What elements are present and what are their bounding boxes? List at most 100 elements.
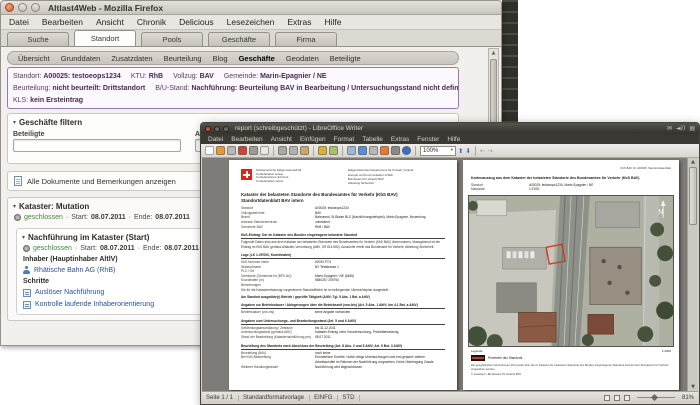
subnav-item-beurteilung[interactable]: Beurteilung xyxy=(164,54,202,63)
zoom-slider[interactable] xyxy=(636,393,675,401)
selection-mode[interactable]: STD xyxy=(342,394,361,401)
subnav-item-uebersicht[interactable]: Übersicht xyxy=(18,54,50,63)
print-icon[interactable] xyxy=(249,146,258,155)
writer-scrollbar[interactable]: ▲ ▼ xyxy=(687,158,698,391)
menu-item[interactable]: Datei xyxy=(208,136,223,143)
window-minimize-button[interactable] xyxy=(214,125,220,132)
multi-page-view-icon[interactable] xyxy=(613,394,620,401)
section-title: Angaben zur Betriebsdauer / Ablagerungen… xyxy=(241,303,445,310)
firefox-menubar: Datei Bearbeiten Ansicht Chronik Delicious Le… xyxy=(1,15,501,30)
gear-icon xyxy=(14,214,21,221)
previous-page-icon[interactable]: ⬆ xyxy=(458,147,463,155)
menu-item[interactable]: Ansicht xyxy=(271,136,292,143)
zoom-level[interactable]: 81% xyxy=(682,395,694,401)
tab-firma[interactable]: Firma xyxy=(275,32,337,46)
betrieb-rows: Betriebsdauer (von-bis) keine Angabe vorh… xyxy=(229,310,457,315)
redo-icon[interactable] xyxy=(329,146,338,155)
subnav-item-geodaten[interactable]: Geodaten xyxy=(286,54,319,63)
department-block: Eidgenössisches Departement für Umwelt, … xyxy=(348,168,415,185)
menu-item[interactable]: Chronik xyxy=(137,17,166,27)
page-preview-icon[interactable] xyxy=(260,146,269,155)
document-page-2: KbS BAV Nr. A00025, Standortdatenblatt K… xyxy=(463,160,679,390)
find-icon[interactable] xyxy=(391,146,400,155)
hyperlink-icon[interactable] xyxy=(358,146,367,155)
menu-item[interactable]: Hilfe xyxy=(447,136,460,143)
scroll-up-icon[interactable]: ▲ xyxy=(688,158,698,166)
svg-text:N: N xyxy=(658,208,663,216)
legend-item-label: Perimeter des Standorts xyxy=(488,356,523,361)
menu-item[interactable]: Bearbeiten xyxy=(231,136,262,143)
subnav-item-geschaefte[interactable]: Geschäfte xyxy=(239,54,275,63)
zoom-slider-thumb[interactable] xyxy=(650,393,659,401)
paste-icon[interactable] xyxy=(300,146,309,155)
step-link-kontrolle[interactable]: Kontrolle laufende Inhaberorientierung xyxy=(35,301,154,308)
inhaber-link[interactable]: Rhätische Bahn AG (RhB) xyxy=(34,267,115,274)
book-view-icon[interactable] xyxy=(623,394,630,401)
open-icon[interactable] xyxy=(216,146,225,155)
window-minimize-button[interactable] xyxy=(18,3,27,12)
cut-icon[interactable] xyxy=(278,146,287,155)
map-title: Kartenauszug aus dem Kataster der belast… xyxy=(471,176,640,181)
subnav-item-blog[interactable]: Blog xyxy=(213,54,228,63)
gallery-icon[interactable] xyxy=(380,146,389,155)
copy-icon[interactable] xyxy=(289,146,298,155)
menu-item[interactable]: Format xyxy=(334,136,355,143)
tab-standort[interactable]: Standort xyxy=(74,30,136,46)
scroll-down-icon[interactable]: ▼ xyxy=(688,383,698,391)
window-close-button[interactable] xyxy=(5,3,14,12)
page-style[interactable]: Standardformatvorlage xyxy=(243,394,311,401)
tab-pools[interactable]: Pools xyxy=(141,32,203,46)
form-row: Stand der Bearbeitung (Katasternachführu… xyxy=(241,335,331,340)
tab-geschaefte[interactable]: Geschäfte xyxy=(208,32,270,46)
form-row: Massstab 1:2'000 xyxy=(471,187,540,192)
info-pair: Gemeinde: Marin-Epagnier / NE xyxy=(223,73,327,80)
swiss-confederation-logo xyxy=(241,169,252,180)
page-indicator: Seite 1 / 1 xyxy=(206,394,240,401)
perimeter-legend-swatch xyxy=(471,355,485,362)
menu-item[interactable]: Lesezeichen xyxy=(227,17,275,27)
menu-item[interactable]: Extras xyxy=(287,17,311,27)
menu-item[interactable]: Bearbeiten xyxy=(42,17,83,27)
session-indicator-icon[interactable]: ▤ xyxy=(689,125,695,132)
window-maximize-button[interactable] xyxy=(31,3,40,12)
lage-rows: KbS-Nummer intern 62093 P7/1 Standortname B… xyxy=(229,260,457,288)
window-close-button[interactable] xyxy=(205,125,211,132)
save-icon[interactable] xyxy=(227,146,236,155)
step-link-ausloeser[interactable]: Auslöser Nachführung xyxy=(35,289,104,296)
volume-icon[interactable]: ◄)) xyxy=(676,125,685,132)
menu-item[interactable]: Tabelle xyxy=(362,136,383,143)
table-icon[interactable] xyxy=(347,146,356,155)
mail-indicator-icon[interactable]: ✉ xyxy=(667,125,672,132)
task-icon xyxy=(23,288,31,297)
menu-item[interactable]: Datei xyxy=(9,17,29,27)
subnav-item-grunddaten[interactable]: Grunddaten xyxy=(61,54,101,63)
window-maximize-button[interactable] xyxy=(223,125,229,132)
menu-item[interactable]: Einfügen xyxy=(300,136,326,143)
menu-item[interactable]: Ansicht xyxy=(96,17,124,27)
next-page-icon[interactable]: ⬇ xyxy=(465,147,470,155)
forward-icon[interactable]: → xyxy=(487,147,492,155)
scroll-up-icon[interactable]: ▲ xyxy=(489,49,498,57)
back-icon[interactable]: ← xyxy=(480,147,485,155)
export-pdf-icon[interactable] xyxy=(238,146,247,155)
zoom-combobox[interactable]: 100% ▾ xyxy=(420,145,456,156)
navigator-icon[interactable] xyxy=(369,146,378,155)
tab-suche[interactable]: Suche xyxy=(7,32,69,46)
menu-item[interactable]: Delicious xyxy=(179,17,214,27)
subnav-item-beteiligte[interactable]: Beteiligte xyxy=(330,54,361,63)
menu-item[interactable]: Fenster xyxy=(417,136,439,143)
help-icon[interactable] xyxy=(402,146,411,155)
menu-item[interactable]: Hilfe xyxy=(324,17,341,27)
single-page-view-icon[interactable] xyxy=(603,394,610,401)
info-pair: Vollzug: BAV xyxy=(173,73,214,80)
menu-item[interactable]: Extras xyxy=(391,136,409,143)
insert-mode[interactable]: EINFG xyxy=(314,394,339,401)
scrollbar-thumb[interactable] xyxy=(490,59,497,131)
beteiligte-input[interactable] xyxy=(13,139,181,152)
undo-icon[interactable] xyxy=(318,146,327,155)
new-document-icon[interactable] xyxy=(205,146,214,155)
scrollbar-thumb[interactable] xyxy=(689,167,697,225)
subnav-item-zusatzdaten[interactable]: Zusatzdaten xyxy=(111,54,152,63)
document-page-1: Schweizerische Eidgenossenschaft Confédér… xyxy=(229,160,457,390)
form-row: Bemerkungen xyxy=(241,282,261,287)
